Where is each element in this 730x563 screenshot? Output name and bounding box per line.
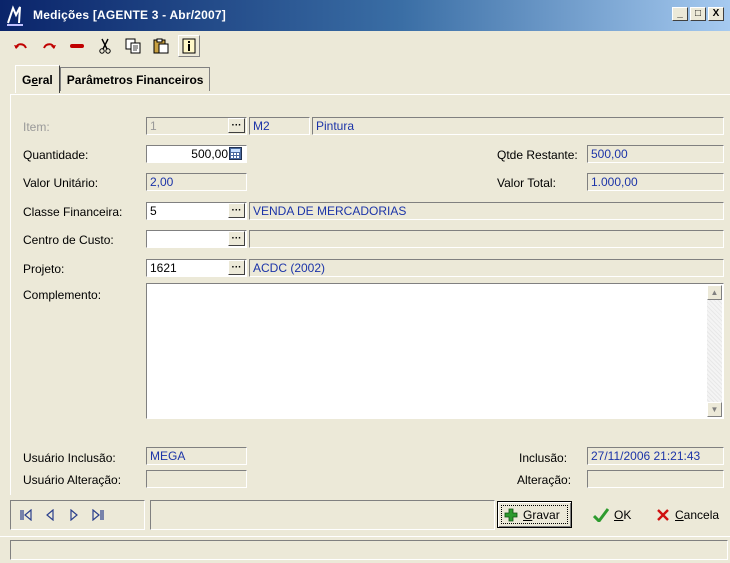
valor-unitario-label: Valor Unitário: <box>23 176 99 190</box>
gravar-label: Gravar <box>523 508 560 522</box>
alteracao-field <box>587 470 724 488</box>
item-unit-field: M2 <box>249 117 310 135</box>
inclusao-label: Inclusão: <box>519 451 568 465</box>
paste-icon <box>153 38 169 54</box>
maximize-button[interactable]: □ <box>690 7 706 21</box>
tab-strip: Ge ral Parâmetros Financeiros <box>15 65 211 93</box>
redo-button[interactable] <box>38 35 60 57</box>
scroll-down-button[interactable]: ▼ <box>707 402 722 417</box>
projeto-label: Projeto: <box>23 262 65 276</box>
valor-total-field: 1.000,00 <box>587 173 724 191</box>
first-record-button[interactable] <box>16 505 36 525</box>
copy-icon <box>125 38 141 54</box>
status-bar <box>0 536 730 563</box>
complemento-label: Complemento: <box>23 288 102 302</box>
qtde-restante-label: Qtde Restante: <box>497 148 578 162</box>
usuario-inclusao-label: Usuário Inclusão: <box>23 451 116 465</box>
gravar-label-rest: ravar <box>532 507 560 522</box>
next-record-button[interactable] <box>64 505 84 525</box>
calculator-icon[interactable] <box>229 147 242 160</box>
tab-geral-label-start: G <box>22 72 32 87</box>
cut-button[interactable] <box>94 35 116 57</box>
minimize-button[interactable]: _ <box>672 7 688 21</box>
item-label: Item: <box>23 120 50 134</box>
usuario-inclusao-field: MEGA <box>146 447 247 465</box>
title-bar[interactable]: Medições [AGENTE 3 - Abr/2007] _ □ X <box>0 0 730 31</box>
delete-icon <box>70 44 84 48</box>
inclusao-field: 27/11/2006 21:21:43 <box>587 447 724 465</box>
scroll-up-button[interactable]: ▲ <box>707 285 722 300</box>
valor-total-label: Valor Total: <box>497 176 556 190</box>
plus-icon <box>504 508 518 521</box>
complemento-textarea[interactable]: ▲ ▼ <box>146 283 724 419</box>
cancela-accesskey: C <box>675 507 684 522</box>
centro-custo-label: Centro de Custo: <box>23 233 114 247</box>
action-bar: Gravar OK Cancela <box>10 499 730 532</box>
close-x-icon <box>657 508 669 521</box>
previous-record-button[interactable] <box>40 505 60 525</box>
classe-financeira-description: VENDA DE MERCADORIAS <box>249 202 724 220</box>
gravar-button[interactable]: Gravar <box>497 501 572 528</box>
paste-button[interactable] <box>150 35 172 57</box>
last-record-icon <box>92 509 104 521</box>
window-title: Medições [AGENTE 3 - Abr/2007] <box>33 8 226 22</box>
copy-button[interactable] <box>122 35 144 57</box>
info-button[interactable] <box>178 35 200 57</box>
undo-icon <box>14 43 27 49</box>
ok-accesskey: O <box>614 507 624 522</box>
tab-geral-accesskey: e <box>31 72 39 87</box>
medicoes-window: Medições [AGENTE 3 - Abr/2007] _ □ X G e… <box>0 0 730 563</box>
valor-unitario-field: 2,00 <box>146 173 247 191</box>
last-record-button[interactable] <box>88 505 108 525</box>
ok-label: OK <box>614 508 631 522</box>
window-controls: _ □ X <box>672 7 724 21</box>
checkmark-icon <box>593 507 609 522</box>
item-lookup-button: ··· <box>228 118 245 133</box>
record-navigator <box>10 500 145 530</box>
next-record-icon <box>70 509 78 521</box>
toolbar <box>10 33 200 59</box>
cancela-label: Cancela <box>675 508 719 522</box>
status-panel <box>10 540 728 560</box>
item-description-field: Pintura <box>312 117 724 135</box>
tab-geral[interactable]: Ge ral <box>15 65 60 93</box>
undo-button[interactable] <box>10 35 32 57</box>
previous-record-icon <box>46 509 54 521</box>
mega-app-icon <box>7 5 23 26</box>
navigator-spacer <box>150 500 495 530</box>
quantidade-label: Quantidade: <box>23 148 89 162</box>
classe-financeira-lookup-button[interactable]: ··· <box>228 203 245 218</box>
ok-button[interactable]: OK <box>587 501 642 528</box>
alteracao-label: Alteração: <box>517 473 572 487</box>
complemento-scrollbar[interactable]: ▲ ▼ <box>707 285 722 417</box>
projeto-description: ACDC (2002) <box>249 259 724 277</box>
centro-custo-lookup-button[interactable]: ··· <box>228 231 245 246</box>
info-icon <box>182 38 196 54</box>
redo-icon <box>43 43 56 49</box>
close-button[interactable]: X <box>708 7 724 21</box>
cancela-button[interactable]: Cancela <box>650 501 730 528</box>
classe-financeira-label: Classe Financeira: <box>23 205 123 219</box>
tab-parametros-financeiros[interactable]: Parâmetros Financeiros <box>59 67 211 91</box>
usuario-alteracao-label: Usuário Alteração: <box>23 473 122 487</box>
usuario-alteracao-field <box>146 470 247 488</box>
gravar-accesskey: G <box>523 507 533 522</box>
ok-label-rest: K <box>623 507 632 522</box>
projeto-lookup-button[interactable]: ··· <box>228 260 245 275</box>
cancela-label-rest: ancela <box>683 507 720 522</box>
qtde-restante-field: 500,00 <box>587 145 724 163</box>
first-record-icon <box>20 509 32 521</box>
tab-geral-label-end: ral <box>38 72 53 87</box>
centro-custo-description <box>249 230 724 248</box>
cut-icon <box>99 38 111 54</box>
delete-button[interactable] <box>66 35 88 57</box>
